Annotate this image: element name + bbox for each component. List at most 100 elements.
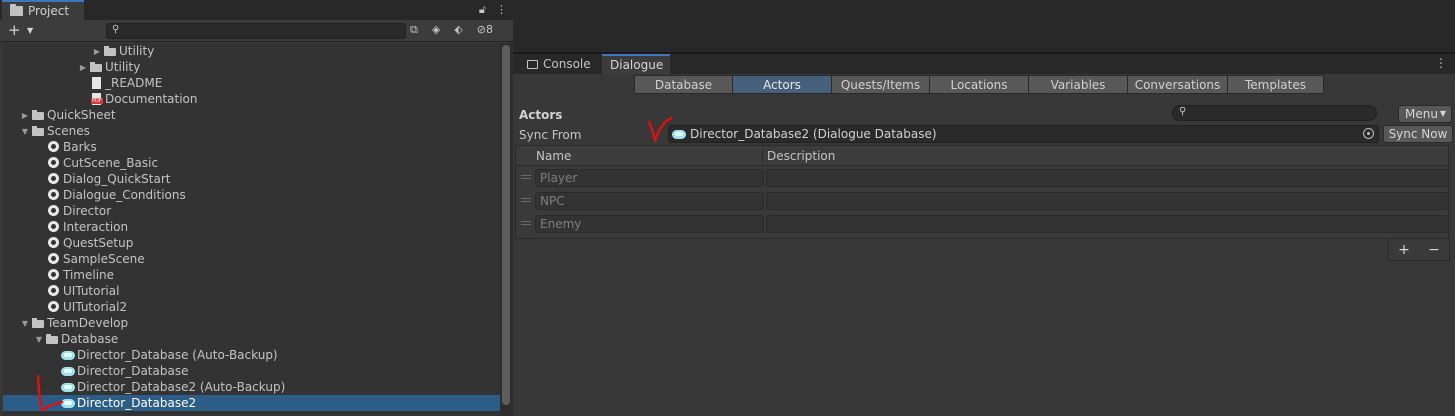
tree-item[interactable]: Dialogue_Conditions (3, 187, 500, 203)
expand-arrow-open-icon[interactable]: ▼ (19, 127, 31, 136)
tree-item-label: Dialogue_Conditions (63, 188, 186, 202)
project-scrollbar[interactable] (500, 43, 513, 416)
sync-from-object-field[interactable]: Director_Database2 (Dialogue Database) (668, 125, 1379, 143)
file-icon (89, 77, 103, 89)
tree-item[interactable]: QuestSetup (3, 235, 500, 251)
tab-variables[interactable]: Variables (1028, 75, 1128, 94)
column-header-name[interactable]: Name (536, 149, 571, 163)
tree-item[interactable]: Interaction (3, 219, 500, 235)
menu-dropdown-button[interactable]: Menu ▼ (1398, 105, 1452, 123)
tree-item[interactable]: Barks (3, 139, 500, 155)
scene-icon (47, 205, 61, 217)
tree-item[interactable]: UITutorial2 (3, 299, 500, 315)
tree-item[interactable]: Timeline (3, 267, 500, 283)
scrollbar-thumb[interactable] (502, 45, 510, 405)
expand-arrow-open-icon[interactable]: ▼ (33, 335, 45, 344)
add-actor-button[interactable]: + (1398, 242, 1410, 258)
actor-description-field[interactable] (766, 192, 1449, 210)
add-remove-footer: + − (1388, 239, 1450, 261)
scene-icon (47, 269, 61, 281)
tree-item[interactable]: ▶ QuickSheet (3, 107, 500, 123)
tree-item-label: TeamDevelop (47, 316, 129, 330)
tab-dialogue-label: Dialogue (610, 58, 664, 72)
tree-item[interactable]: ▼ Scenes (3, 123, 500, 139)
tree-item[interactable]: ▼ TeamDevelop (3, 315, 500, 331)
expand-arrow-closed-icon[interactable]: ▶ (19, 111, 31, 120)
actor-name-field[interactable]: Player (535, 169, 764, 187)
chevron-down-icon: ▼ (1439, 109, 1446, 118)
drag-handle-icon[interactable] (521, 175, 531, 179)
tree-item-label: Barks (63, 140, 97, 154)
tree-item[interactable]: SampleScene (3, 251, 500, 267)
tab-templates[interactable]: Templates (1227, 75, 1324, 94)
project-search-input[interactable]: ⚲ (106, 23, 406, 39)
tree-item[interactable]: Director_Database2 (Auto-Backup) (3, 379, 500, 395)
actor-name-field[interactable]: Enemy (535, 215, 764, 233)
dialogue-database-icon (672, 128, 686, 140)
search-icon: ⚲ (1179, 106, 1187, 117)
kebab-menu-icon[interactable]: ⋮ (496, 3, 507, 17)
lock-icon[interactable]: 🔓︎ (479, 3, 486, 17)
tree-item[interactable]: Director (3, 203, 500, 219)
tree-item-label: Director_Database2 (77, 396, 197, 410)
tab-project[interactable]: Project (2, 0, 84, 20)
actor-row: NPC (516, 190, 1449, 210)
tree-item-label: _README (105, 76, 163, 90)
remove-actor-button[interactable]: − (1428, 242, 1440, 258)
tree-item[interactable]: ▼ Database (3, 331, 500, 347)
search-by-type-icon[interactable]: ⧉ (410, 23, 418, 37)
folder-icon (89, 61, 103, 73)
kebab-menu-icon[interactable]: ⋮ (1435, 56, 1447, 70)
hidden-packages-icon[interactable]: ⊘8 (477, 23, 493, 37)
tree-item-label: Director_Database (77, 364, 189, 378)
create-plus-icon[interactable]: + (8, 22, 21, 38)
tree-item-label: Utility (105, 60, 141, 74)
object-picker-icon[interactable] (1363, 128, 1374, 139)
scene-icon (47, 301, 61, 313)
scene-icon (47, 237, 61, 249)
drag-handle-icon[interactable] (521, 198, 531, 202)
tab-quests-items[interactable]: Quests/Items (831, 75, 930, 94)
tree-item[interactable]: _README (3, 75, 500, 91)
empty-panel-area (513, 0, 1455, 52)
tree-item[interactable]: ▶ Utility (3, 43, 500, 59)
tree-item[interactable]: Director_Database2 (3, 395, 500, 411)
tab-database[interactable]: Database (634, 75, 733, 94)
tree-item[interactable]: Director_Database (Auto-Backup) (3, 347, 500, 363)
column-header-description[interactable]: Description (767, 149, 835, 163)
tree-item-label: Timeline (63, 268, 115, 282)
tree-item-label: QuickSheet (47, 108, 116, 122)
filter-by-label-icon[interactable]: ◈ (432, 23, 440, 37)
chevron-down-icon[interactable]: ▼ (27, 26, 33, 35)
tree-item[interactable]: ▶ Utility (3, 59, 500, 75)
tab-conversations[interactable]: Conversations (1127, 75, 1228, 94)
folder-icon (45, 333, 59, 345)
drag-handle-icon[interactable] (521, 221, 531, 225)
tab-dialogue[interactable]: Dialogue (602, 54, 670, 74)
tree-item[interactable]: Director_Database (3, 363, 500, 379)
actor-search-input[interactable]: ⚲ (1172, 105, 1377, 121)
tab-actors[interactable]: Actors (732, 75, 832, 94)
tree-item[interactable]: CutScene_Basic (3, 155, 500, 171)
tree-item[interactable]: UITutorial (3, 283, 500, 299)
column-divider[interactable] (762, 148, 763, 164)
actor-description-field[interactable] (766, 215, 1449, 233)
scene-icon (47, 141, 61, 153)
actor-name-field[interactable]: NPC (535, 192, 764, 210)
tab-locations[interactable]: Locations (929, 75, 1029, 94)
tree-item[interactable]: Dialog_QuickStart (3, 171, 500, 187)
db-icon (61, 381, 75, 393)
expand-arrow-closed-icon[interactable]: ▶ (91, 47, 103, 56)
tree-item-label: UITutorial2 (63, 300, 128, 314)
expand-arrow-closed-icon[interactable]: ▶ (77, 63, 89, 72)
project-tree: ▶Utility▶Utility_READMEDocumentation▶Qui… (3, 43, 500, 416)
actor-description-field[interactable] (766, 169, 1449, 187)
tree-item[interactable]: Documentation (3, 91, 500, 107)
sync-now-button[interactable]: Sync Now (1383, 125, 1453, 143)
expand-arrow-open-icon[interactable]: ▼ (19, 319, 31, 328)
menu-label: Menu (1405, 107, 1438, 121)
scene-icon (47, 173, 61, 185)
tab-console[interactable]: Console (519, 54, 599, 74)
db-icon (61, 397, 75, 409)
tag-icon[interactable]: ⬖ (454, 23, 462, 37)
